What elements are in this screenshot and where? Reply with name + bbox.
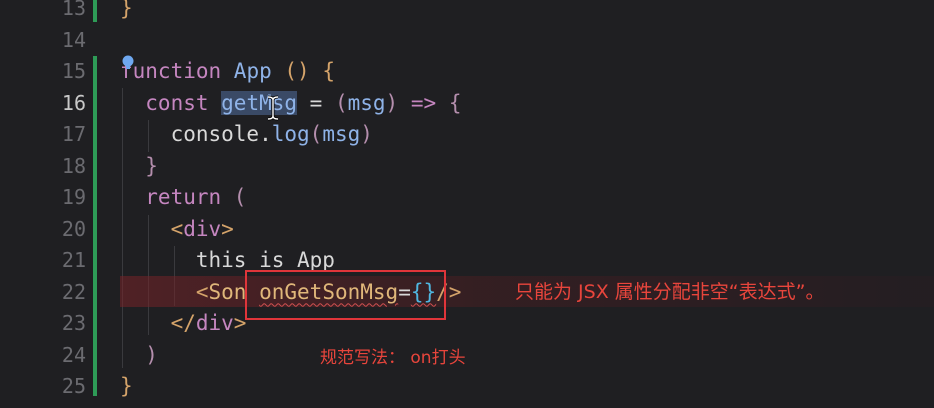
line-number: 15: [61, 59, 86, 83]
code-token: {: [322, 59, 335, 83]
code-text[interactable]: function App () {: [120, 56, 335, 88]
code-text[interactable]: </div>: [120, 308, 247, 340]
code-text[interactable]: }: [120, 0, 133, 25]
line-number: 21: [61, 248, 86, 272]
code-token: getMsg: [221, 90, 298, 115]
line-number: 24: [61, 342, 86, 367]
code-token: (: [233, 185, 247, 209]
text-cursor-icon: [267, 95, 279, 121]
code-line[interactable]: 20 <div>: [0, 214, 934, 246]
annotation-note: 规范写法： on打头: [320, 348, 466, 368]
code-token: }: [120, 153, 158, 178]
line-number: 22: [61, 279, 86, 304]
code-token: ): [120, 342, 158, 367]
line-number: 18: [61, 153, 86, 178]
code-text[interactable]: return (: [120, 182, 246, 214]
code-line[interactable]: 15 function App () {: [0, 56, 934, 88]
lightbulb-icon[interactable]: [120, 55, 136, 71]
code-token: =: [297, 90, 335, 115]
code-line[interactable]: 23 </div>: [0, 308, 934, 340]
code-line[interactable]: 16 const getMsg = (msg) => {: [0, 88, 934, 120]
code-line[interactable]: 19 return (: [0, 182, 934, 214]
code-text[interactable]: }: [120, 151, 158, 183]
code-text[interactable]: }: [120, 371, 133, 403]
code-text[interactable]: console.log(msg): [120, 119, 373, 151]
code-token: (): [284, 59, 310, 83]
code-token: ): [385, 90, 399, 115]
line-number: 20: [61, 216, 86, 241]
code-line[interactable]: 17 console.log(msg): [0, 119, 934, 151]
code-token: log: [271, 122, 310, 146]
line-number: 14: [61, 27, 86, 52]
code-token: Son: [208, 279, 247, 304]
inline-error-message: 只能为 JSX 属性分配非空“表达式”。: [515, 281, 825, 303]
code-token: ): [360, 122, 373, 146]
code-token: return: [120, 185, 234, 209]
code-token: <: [120, 279, 209, 304]
code-token: {: [448, 90, 462, 115]
code-token: </: [120, 311, 196, 335]
highlight-box: [245, 270, 446, 320]
code-token: <: [120, 216, 184, 241]
code-line[interactable]: 24 ): [0, 340, 934, 372]
code-line[interactable]: 21 this is App: [0, 245, 934, 277]
line-number: 16: [61, 90, 86, 115]
code-token: =>: [410, 90, 437, 115]
code-line[interactable]: 13}: [0, 0, 934, 25]
line-number: 25: [61, 374, 86, 398]
code-editor[interactable]: 13} 14 15 function App () {16 const getMsg …: [0, 0, 934, 408]
line-number: 13: [61, 0, 86, 20]
code-token: App: [233, 59, 272, 83]
line-number: 19: [61, 185, 86, 209]
code-token: }: [120, 0, 133, 20]
code-line[interactable]: 14: [0, 25, 934, 57]
line-number: 23: [61, 311, 86, 335]
code-token: msg: [347, 90, 386, 115]
code-token: const: [120, 90, 222, 115]
code-token: div: [195, 311, 234, 335]
code-token: msg: [322, 122, 361, 146]
code-token: function: [120, 59, 234, 83]
code-line[interactable]: 25}: [0, 371, 934, 403]
code-line[interactable]: 18 }: [0, 151, 934, 183]
code-text[interactable]: ): [120, 340, 158, 372]
line-number: 17: [61, 122, 86, 146]
code-token: >: [221, 216, 234, 241]
code-token: this is App: [120, 248, 335, 272]
code-token: (: [309, 122, 323, 146]
code-token: console.: [120, 122, 272, 146]
code-text[interactable]: <div>: [120, 214, 234, 246]
code-text[interactable]: const getMsg = (msg) => {: [120, 88, 461, 120]
code-token: (: [334, 90, 348, 115]
code-token: }: [120, 374, 133, 398]
code-token: div: [183, 216, 222, 241]
